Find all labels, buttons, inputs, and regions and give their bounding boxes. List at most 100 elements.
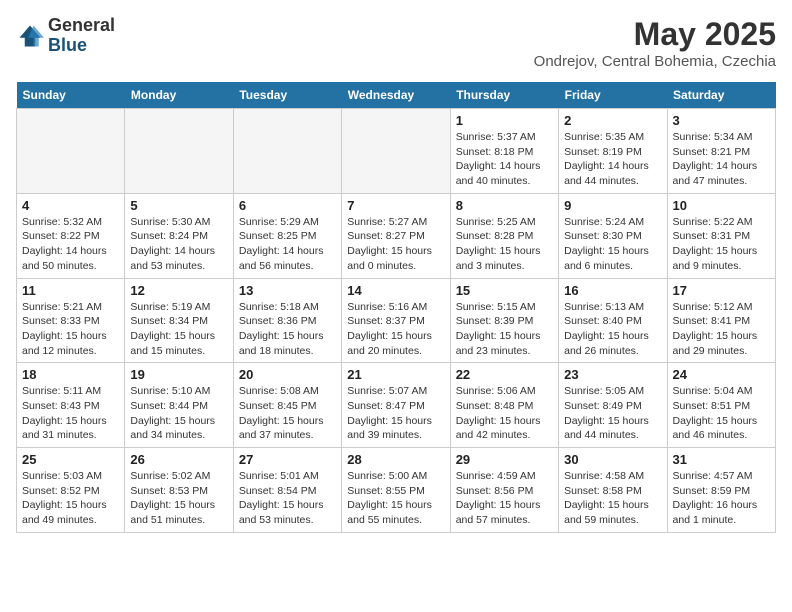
calendar-cell: 16 Sunrise: 5:13 AM Sunset: 8:40 PM Dayli… (559, 278, 667, 363)
day-info: Sunrise: 5:25 AM Sunset: 8:28 PM Dayligh… (456, 215, 553, 274)
day-info: Sunrise: 5:12 AM Sunset: 8:41 PM Dayligh… (673, 300, 770, 359)
calendar-cell: 4Sunrise: 5:32 AM Sunset: 8:22 PM Daylig… (17, 193, 125, 278)
day-number: 21 (347, 367, 444, 382)
week-row-3: 11 Sunrise: 5:21 AM Sunset: 8:33 PM Dayli… (17, 278, 776, 363)
calendar-cell: 15Sunrise: 5:15 AM Sunset: 8:39 PM Dayli… (450, 278, 558, 363)
calendar-cell: 20 Sunrise: 5:08 AM Sunset: 8:45 PM Dayli… (233, 363, 341, 448)
day-info: Sunrise: 5:24 AM Sunset: 8:30 PM Dayligh… (564, 215, 661, 274)
calendar-cell: 10Sunrise: 5:22 AM Sunset: 8:31 PM Dayli… (667, 193, 775, 278)
month-title: May 2025 (534, 16, 776, 53)
day-number: 1 (456, 113, 553, 128)
day-number: 6 (239, 198, 336, 213)
day-info: Sunrise: 5:13 AM Sunset: 8:40 PM Dayligh… (564, 300, 661, 359)
location-text: Ondrejov, Central Bohemia, Czechia (534, 53, 776, 70)
day-info: Sunrise: 4:57 AM Sunset: 8:59 PM Dayligh… (673, 469, 770, 528)
calendar-cell: 2 Sunrise: 5:35 AM Sunset: 8:19 PM Daylig… (559, 109, 667, 194)
day-number: 16 (564, 283, 661, 298)
logo-text: General Blue (48, 16, 115, 56)
weekday-header-saturday: Saturday (667, 82, 775, 109)
calendar-cell (342, 109, 450, 194)
day-number: 10 (673, 198, 770, 213)
day-number: 24 (673, 367, 770, 382)
day-info: Sunrise: 5:08 AM Sunset: 8:45 PM Dayligh… (239, 384, 336, 443)
calendar-table: SundayMondayTuesdayWednesdayThursdayFrid… (16, 82, 776, 533)
calendar-cell: 26Sunrise: 5:02 AM Sunset: 8:53 PM Dayli… (125, 448, 233, 533)
day-number: 30 (564, 452, 661, 467)
weekday-header-tuesday: Tuesday (233, 82, 341, 109)
calendar-cell: 5 Sunrise: 5:30 AM Sunset: 8:24 PM Daylig… (125, 193, 233, 278)
calendar-cell: 27 Sunrise: 5:01 AM Sunset: 8:54 PM Dayli… (233, 448, 341, 533)
logo-general-text: General (48, 16, 115, 36)
day-info: Sunrise: 4:59 AM Sunset: 8:56 PM Dayligh… (456, 469, 553, 528)
day-number: 20 (239, 367, 336, 382)
day-number: 14 (347, 283, 444, 298)
day-info: Sunrise: 5:05 AM Sunset: 8:49 PM Dayligh… (564, 384, 661, 443)
calendar-cell: 30 Sunrise: 4:58 AM Sunset: 8:58 PM Dayli… (559, 448, 667, 533)
day-info: Sunrise: 5:21 AM Sunset: 8:33 PM Dayligh… (22, 300, 119, 359)
day-info: Sunrise: 5:04 AM Sunset: 8:51 PM Dayligh… (673, 384, 770, 443)
day-info: Sunrise: 5:35 AM Sunset: 8:19 PM Dayligh… (564, 130, 661, 189)
calendar-cell: 9 Sunrise: 5:24 AM Sunset: 8:30 PM Daylig… (559, 193, 667, 278)
calendar-cell (125, 109, 233, 194)
calendar-cell: 22 Sunrise: 5:06 AM Sunset: 8:48 PM Dayli… (450, 363, 558, 448)
day-info: Sunrise: 4:58 AM Sunset: 8:58 PM Dayligh… (564, 469, 661, 528)
day-number: 5 (130, 198, 227, 213)
day-info: Sunrise: 5:10 AM Sunset: 8:44 PM Dayligh… (130, 384, 227, 443)
day-number: 28 (347, 452, 444, 467)
day-number: 12 (130, 283, 227, 298)
calendar-cell: 21 Sunrise: 5:07 AM Sunset: 8:47 PM Dayli… (342, 363, 450, 448)
calendar-cell (17, 109, 125, 194)
day-number: 18 (22, 367, 119, 382)
calendar-cell: 14 Sunrise: 5:16 AM Sunset: 8:37 PM Dayli… (342, 278, 450, 363)
day-number: 7 (347, 198, 444, 213)
week-row-5: 25Sunrise: 5:03 AM Sunset: 8:52 PM Dayli… (17, 448, 776, 533)
day-info: Sunrise: 5:30 AM Sunset: 8:24 PM Dayligh… (130, 215, 227, 274)
calendar-cell: 31 Sunrise: 4:57 AM Sunset: 8:59 PM Dayli… (667, 448, 775, 533)
day-number: 9 (564, 198, 661, 213)
week-row-1: 1Sunrise: 5:37 AM Sunset: 8:18 PM Daylig… (17, 109, 776, 194)
weekday-header-friday: Friday (559, 82, 667, 109)
day-number: 31 (673, 452, 770, 467)
day-number: 15 (456, 283, 553, 298)
calendar-cell: 23 Sunrise: 5:05 AM Sunset: 8:49 PM Dayli… (559, 363, 667, 448)
calendar-cell: 28 Sunrise: 5:00 AM Sunset: 8:55 PM Dayli… (342, 448, 450, 533)
day-number: 3 (673, 113, 770, 128)
calendar-cell: 25Sunrise: 5:03 AM Sunset: 8:52 PM Dayli… (17, 448, 125, 533)
day-info: Sunrise: 5:19 AM Sunset: 8:34 PM Dayligh… (130, 300, 227, 359)
calendar-cell: 13Sunrise: 5:18 AM Sunset: 8:36 PM Dayli… (233, 278, 341, 363)
day-info: Sunrise: 5:27 AM Sunset: 8:27 PM Dayligh… (347, 215, 444, 274)
day-number: 19 (130, 367, 227, 382)
day-info: Sunrise: 5:29 AM Sunset: 8:25 PM Dayligh… (239, 215, 336, 274)
calendar-cell: 12 Sunrise: 5:19 AM Sunset: 8:34 PM Dayli… (125, 278, 233, 363)
day-number: 2 (564, 113, 661, 128)
day-info: Sunrise: 5:16 AM Sunset: 8:37 PM Dayligh… (347, 300, 444, 359)
calendar-cell: 19 Sunrise: 5:10 AM Sunset: 8:44 PM Dayli… (125, 363, 233, 448)
calendar-cell: 1Sunrise: 5:37 AM Sunset: 8:18 PM Daylig… (450, 109, 558, 194)
weekday-header-thursday: Thursday (450, 82, 558, 109)
day-number: 4 (22, 198, 119, 213)
day-number: 13 (239, 283, 336, 298)
calendar-cell: 18Sunrise: 5:11 AM Sunset: 8:43 PM Dayli… (17, 363, 125, 448)
day-info: Sunrise: 5:00 AM Sunset: 8:55 PM Dayligh… (347, 469, 444, 528)
day-number: 17 (673, 283, 770, 298)
day-number: 27 (239, 452, 336, 467)
weekday-header-sunday: Sunday (17, 82, 125, 109)
calendar-cell: 8Sunrise: 5:25 AM Sunset: 8:28 PM Daylig… (450, 193, 558, 278)
weekday-header-wednesday: Wednesday (342, 82, 450, 109)
day-number: 29 (456, 452, 553, 467)
calendar-cell: 7 Sunrise: 5:27 AM Sunset: 8:27 PM Daylig… (342, 193, 450, 278)
day-info: Sunrise: 5:07 AM Sunset: 8:47 PM Dayligh… (347, 384, 444, 443)
day-number: 22 (456, 367, 553, 382)
day-info: Sunrise: 5:02 AM Sunset: 8:53 PM Dayligh… (130, 469, 227, 528)
calendar-cell: 29 Sunrise: 4:59 AM Sunset: 8:56 PM Dayli… (450, 448, 558, 533)
calendar-cell: 24 Sunrise: 5:04 AM Sunset: 8:51 PM Dayli… (667, 363, 775, 448)
day-number: 11 (22, 283, 119, 298)
calendar-cell: 3 Sunrise: 5:34 AM Sunset: 8:21 PM Daylig… (667, 109, 775, 194)
day-info: Sunrise: 5:06 AM Sunset: 8:48 PM Dayligh… (456, 384, 553, 443)
day-info: Sunrise: 5:01 AM Sunset: 8:54 PM Dayligh… (239, 469, 336, 528)
day-info: Sunrise: 5:34 AM Sunset: 8:21 PM Dayligh… (673, 130, 770, 189)
day-number: 23 (564, 367, 661, 382)
title-block: May 2025 Ondrejov, Central Bohemia, Czec… (534, 16, 776, 70)
logo: General Blue (16, 16, 115, 56)
calendar-cell: 6 Sunrise: 5:29 AM Sunset: 8:25 PM Daylig… (233, 193, 341, 278)
